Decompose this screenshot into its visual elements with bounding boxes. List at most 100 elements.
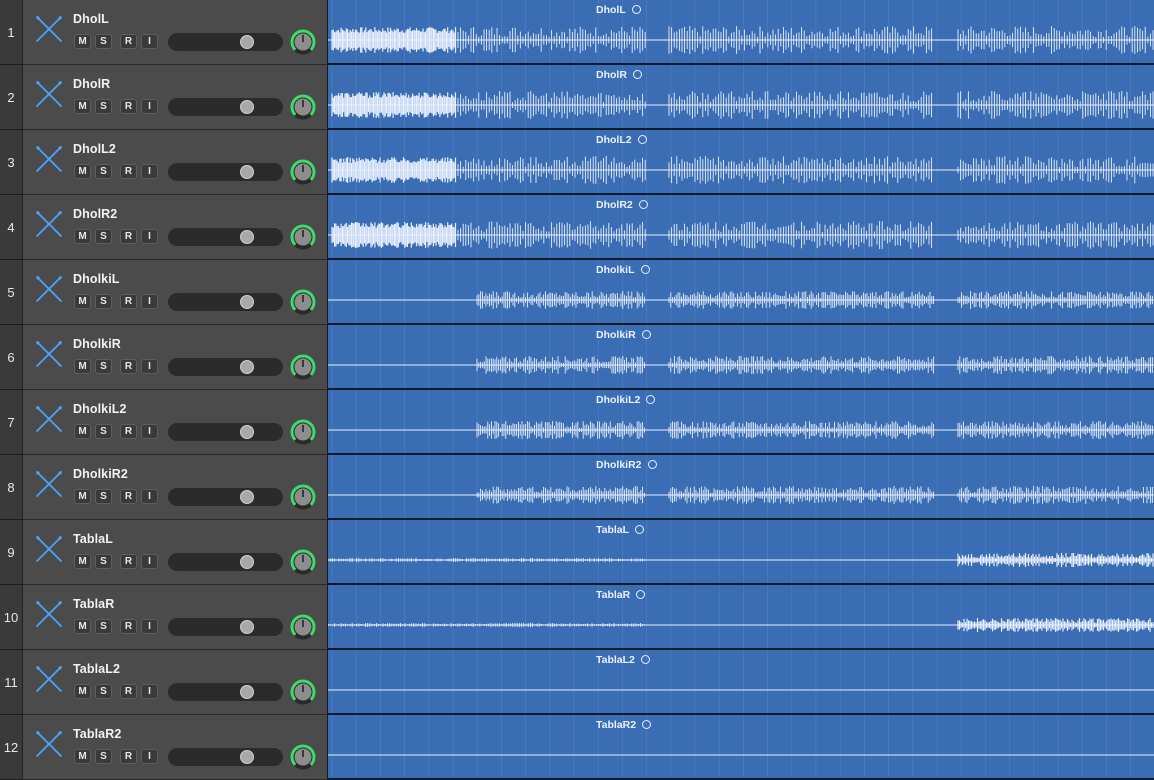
record-enable-button[interactable]: R bbox=[120, 294, 137, 309]
volume-slider-knob[interactable] bbox=[239, 295, 254, 309]
audio-region[interactable]: TablaR bbox=[328, 585, 1154, 650]
pan-knob[interactable] bbox=[289, 743, 317, 771]
pan-knob[interactable] bbox=[289, 613, 317, 641]
solo-button[interactable]: S bbox=[95, 229, 112, 244]
solo-button[interactable]: S bbox=[95, 684, 112, 699]
pan-knob[interactable] bbox=[289, 158, 317, 186]
record-enable-button[interactable]: R bbox=[120, 164, 137, 179]
track-row[interactable]: 5 DholkiL M S R I DholkiL bbox=[0, 260, 1154, 325]
record-enable-button[interactable]: R bbox=[120, 684, 137, 699]
pan-knob[interactable] bbox=[289, 548, 317, 576]
audio-region[interactable]: TablaR2 bbox=[328, 715, 1154, 780]
record-enable-button[interactable]: R bbox=[120, 749, 137, 764]
track-header[interactable]: DholR2 M S R I bbox=[23, 195, 327, 260]
track-name[interactable]: DholkiR bbox=[73, 337, 121, 351]
volume-slider-knob[interactable] bbox=[239, 425, 254, 439]
track-name[interactable]: TablaL bbox=[73, 532, 113, 546]
solo-button[interactable]: S bbox=[95, 164, 112, 179]
input-monitor-button[interactable]: I bbox=[141, 554, 158, 569]
solo-button[interactable]: S bbox=[95, 359, 112, 374]
input-monitor-button[interactable]: I bbox=[141, 619, 158, 634]
audio-region[interactable]: DholkiR bbox=[328, 325, 1154, 390]
mute-button[interactable]: M bbox=[74, 99, 91, 114]
volume-slider-knob[interactable] bbox=[239, 555, 254, 569]
track-header[interactable]: DholkiR2 M S R I bbox=[23, 455, 327, 520]
track-name[interactable]: TablaR bbox=[73, 597, 114, 611]
volume-slider[interactable] bbox=[168, 293, 283, 311]
mute-button[interactable]: M bbox=[74, 489, 91, 504]
mute-button[interactable]: M bbox=[74, 359, 91, 374]
record-enable-button[interactable]: R bbox=[120, 229, 137, 244]
solo-button[interactable]: S bbox=[95, 34, 112, 49]
solo-button[interactable]: S bbox=[95, 294, 112, 309]
track-row[interactable]: 10 TablaR M S R I TablaR bbox=[0, 585, 1154, 650]
volume-slider-knob[interactable] bbox=[239, 490, 254, 504]
pan-knob[interactable] bbox=[289, 223, 317, 251]
volume-slider[interactable] bbox=[168, 163, 283, 181]
audio-region[interactable]: DholR2 bbox=[328, 195, 1154, 260]
audio-region[interactable]: DholR bbox=[328, 65, 1154, 130]
volume-slider[interactable] bbox=[168, 358, 283, 376]
audio-region[interactable]: DholkiL bbox=[328, 260, 1154, 325]
audio-region[interactable]: DholL2 bbox=[328, 130, 1154, 195]
track-row[interactable]: 8 DholkiR2 M S R I DholkiR2 bbox=[0, 455, 1154, 520]
record-enable-button[interactable]: R bbox=[120, 34, 137, 49]
mute-button[interactable]: M bbox=[74, 619, 91, 634]
pan-knob[interactable] bbox=[289, 288, 317, 316]
track-row[interactable]: 4 DholR2 M S R I DholR2 bbox=[0, 195, 1154, 260]
track-header[interactable]: TablaL M S R I bbox=[23, 520, 327, 585]
record-enable-button[interactable]: R bbox=[120, 489, 137, 504]
volume-slider[interactable] bbox=[168, 423, 283, 441]
track-row[interactable]: 1 DholL M S R I DholL bbox=[0, 0, 1154, 65]
input-monitor-button[interactable]: I bbox=[141, 749, 158, 764]
solo-button[interactable]: S bbox=[95, 489, 112, 504]
mute-button[interactable]: M bbox=[74, 164, 91, 179]
volume-slider[interactable] bbox=[168, 553, 283, 571]
volume-slider[interactable] bbox=[168, 488, 283, 506]
volume-slider[interactable] bbox=[168, 618, 283, 636]
track-name[interactable]: DholL bbox=[73, 12, 109, 26]
volume-slider-knob[interactable] bbox=[239, 230, 254, 244]
input-monitor-button[interactable]: I bbox=[141, 294, 158, 309]
track-name[interactable]: DholkiR2 bbox=[73, 467, 128, 481]
track-header[interactable]: DholkiR M S R I bbox=[23, 325, 327, 390]
track-header[interactable]: DholL M S R I bbox=[23, 0, 327, 65]
track-row[interactable]: 2 DholR M S R I DholR bbox=[0, 65, 1154, 130]
record-enable-button[interactable]: R bbox=[120, 619, 137, 634]
solo-button[interactable]: S bbox=[95, 619, 112, 634]
solo-button[interactable]: S bbox=[95, 424, 112, 439]
track-row[interactable]: 6 DholkiR M S R I DholkiR bbox=[0, 325, 1154, 390]
volume-slider-knob[interactable] bbox=[239, 35, 254, 49]
track-header[interactable]: TablaR2 M S R I bbox=[23, 715, 327, 780]
solo-button[interactable]: S bbox=[95, 749, 112, 764]
pan-knob[interactable] bbox=[289, 678, 317, 706]
solo-button[interactable]: S bbox=[95, 99, 112, 114]
audio-region[interactable]: TablaL2 bbox=[328, 650, 1154, 715]
mute-button[interactable]: M bbox=[74, 34, 91, 49]
volume-slider-knob[interactable] bbox=[239, 750, 254, 764]
pan-knob[interactable] bbox=[289, 353, 317, 381]
track-header[interactable]: DholkiL2 M S R I bbox=[23, 390, 327, 455]
volume-slider-knob[interactable] bbox=[239, 360, 254, 374]
track-header[interactable]: TablaR M S R I bbox=[23, 585, 327, 650]
track-header[interactable]: TablaL2 M S R I bbox=[23, 650, 327, 715]
track-name[interactable]: DholkiL2 bbox=[73, 402, 127, 416]
track-row[interactable]: 11 TablaL2 M S R I TablaL2 bbox=[0, 650, 1154, 715]
volume-slider[interactable] bbox=[168, 98, 283, 116]
track-name[interactable]: DholL2 bbox=[73, 142, 116, 156]
audio-region[interactable]: DholkiR2 bbox=[328, 455, 1154, 520]
track-header[interactable]: DholL2 M S R I bbox=[23, 130, 327, 195]
volume-slider[interactable] bbox=[168, 228, 283, 246]
input-monitor-button[interactable]: I bbox=[141, 424, 158, 439]
track-name[interactable]: DholkiL bbox=[73, 272, 120, 286]
input-monitor-button[interactable]: I bbox=[141, 359, 158, 374]
volume-slider[interactable] bbox=[168, 683, 283, 701]
input-monitor-button[interactable]: I bbox=[141, 229, 158, 244]
track-row[interactable]: 7 DholkiL2 M S R I DholkiL2 bbox=[0, 390, 1154, 455]
track-name[interactable]: TablaR2 bbox=[73, 727, 121, 741]
volume-slider-knob[interactable] bbox=[239, 100, 254, 114]
audio-region[interactable]: DholL bbox=[328, 0, 1154, 65]
track-name[interactable]: DholR bbox=[73, 77, 110, 91]
track-name[interactable]: TablaL2 bbox=[73, 662, 120, 676]
input-monitor-button[interactable]: I bbox=[141, 489, 158, 504]
